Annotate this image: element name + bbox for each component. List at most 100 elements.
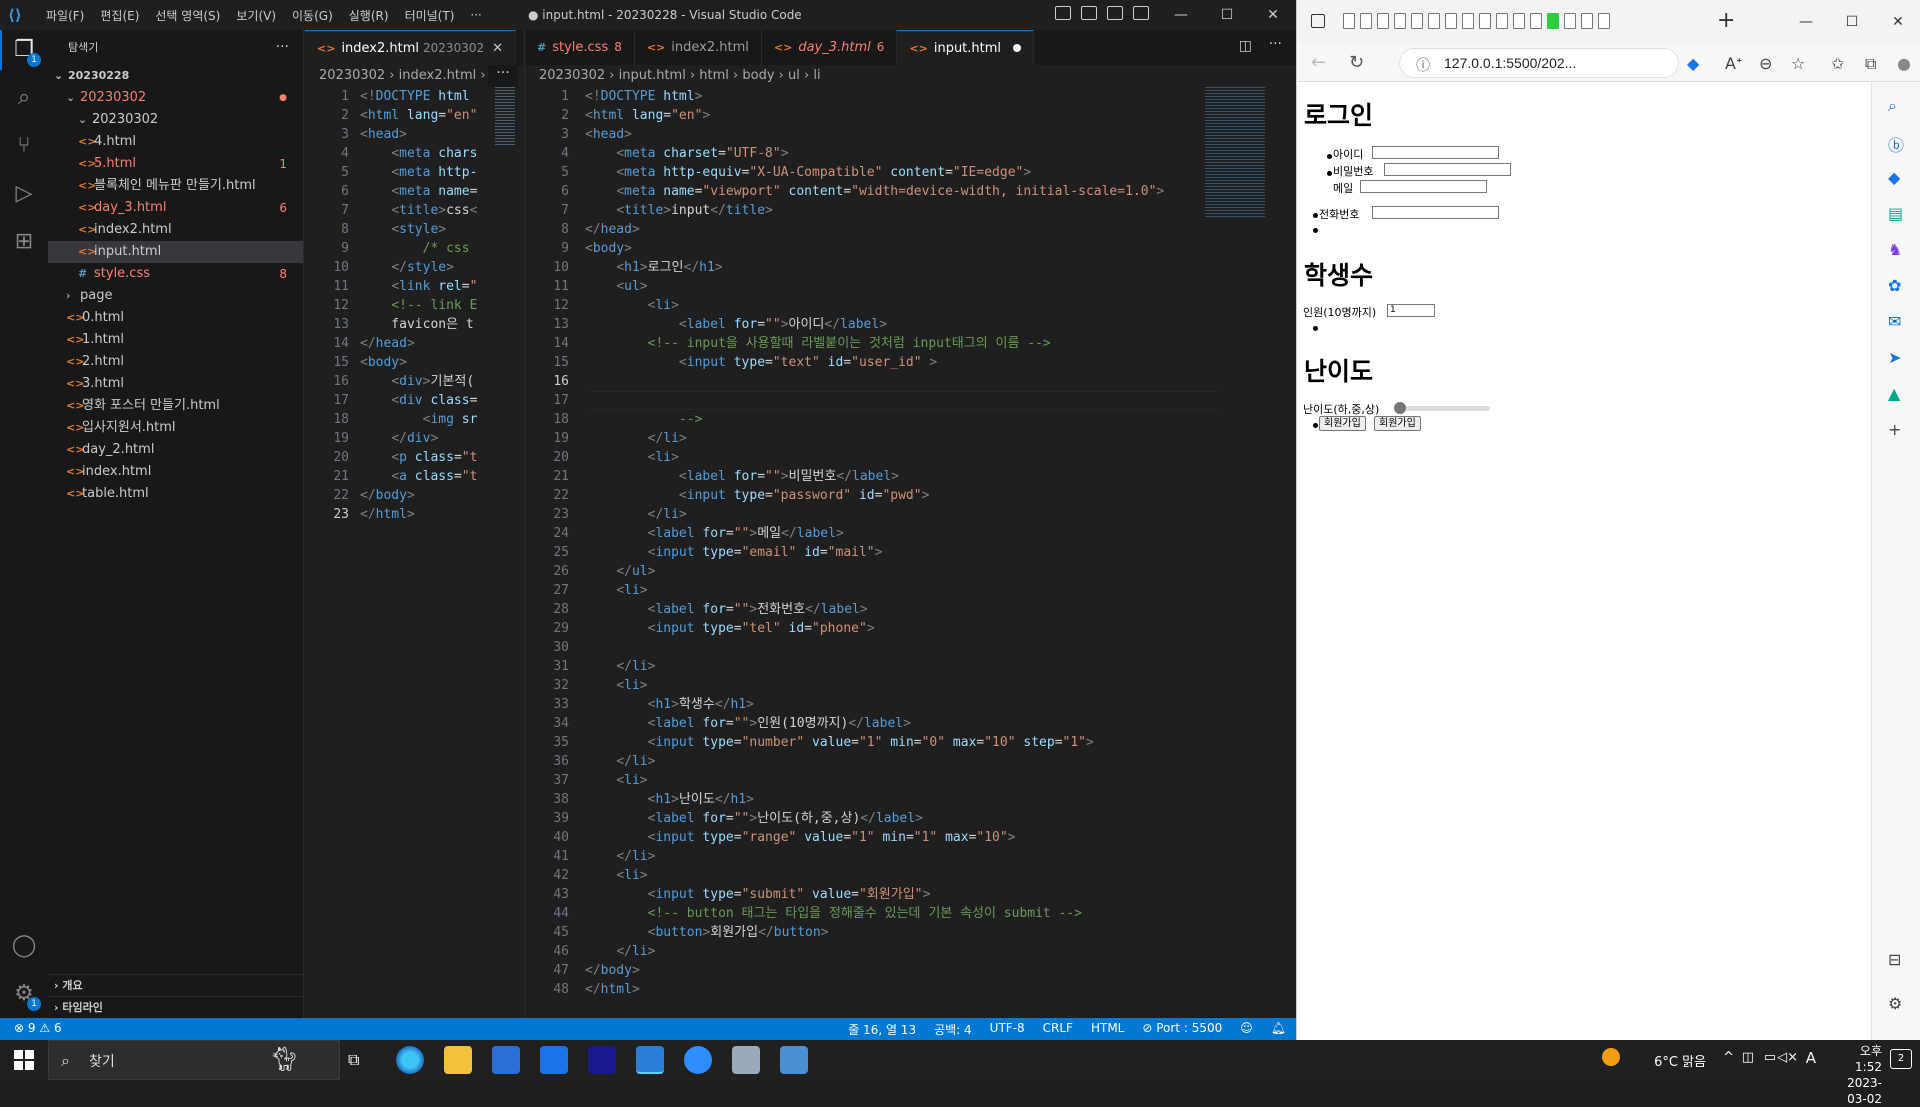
code-line[interactable]: <!-- link E	[360, 296, 477, 315]
refresh-icon[interactable]: ↻	[1349, 52, 1364, 73]
browser-tab-favicon[interactable]	[1547, 13, 1559, 29]
photos-icon[interactable]	[780, 1046, 808, 1074]
code-line[interactable]: <label for="">메일</label>	[585, 524, 844, 543]
code-line[interactable]: <!-- button 태그는 타입을 정해줄수 있는데 기본 속성이 subm…	[585, 904, 1082, 923]
browser-tab-favicon[interactable]	[1496, 13, 1508, 29]
code-line[interactable]: <label for="">전화번호</label>	[585, 600, 868, 619]
editor-tab[interactable]: <> day_3.html 6	[761, 30, 898, 65]
new-tab-button[interactable]: +	[1717, 8, 1735, 33]
code-line[interactable]: </head>	[360, 334, 415, 353]
email-input[interactable]	[1360, 180, 1487, 193]
task-view-icon[interactable]: ⧉	[348, 1050, 359, 1070]
search-icon[interactable]: ⌕	[10, 84, 38, 112]
menu-item[interactable]: 실행(R)	[341, 7, 397, 24]
menu-item[interactable]: 터미널(T)	[397, 7, 463, 24]
menu-item[interactable]: 이동(G)	[284, 7, 341, 24]
signup-button[interactable]: 회원가입	[1374, 416, 1421, 431]
browser-tab-favicon[interactable]	[1564, 13, 1576, 29]
run-debug-icon[interactable]: ▷	[10, 180, 38, 208]
tab-index2-html[interactable]: <> index2.html 20230302 ✕	[305, 30, 517, 65]
code-line[interactable]: <input type="tel" id="phone">	[585, 619, 875, 638]
file-explorer-icon[interactable]	[444, 1046, 472, 1074]
more-actions-icon[interactable]: ···	[276, 30, 289, 65]
toggle-secondary-sidebar-icon[interactable]	[1107, 6, 1123, 20]
browser-tab-favicon[interactable]	[1513, 13, 1525, 29]
code-line[interactable]: <h1>로그인</h1>	[585, 258, 722, 277]
editor-tab[interactable]: <> input.html	[897, 30, 1035, 65]
menu-item[interactable]: 선택 영역(S)	[147, 7, 228, 24]
tree-file[interactable]: <>1.html	[48, 329, 303, 351]
minimize-button[interactable]: —	[1783, 0, 1829, 44]
tree-file[interactable]: <>index2.html	[48, 219, 303, 241]
network-icon[interactable]: ▭	[1764, 1050, 1776, 1065]
browser-tab-favicon[interactable]	[1479, 13, 1491, 29]
browser-tab-favicon[interactable]	[1598, 13, 1610, 29]
tree-file[interactable]: <>index.html	[48, 461, 303, 483]
close-tab-icon[interactable]: ✕	[492, 41, 503, 56]
tree-file[interactable]: <>day_2.html	[48, 439, 303, 461]
sidebar-settings-gear-icon[interactable]: ⚙	[1888, 994, 1902, 1013]
minimap[interactable]	[1205, 87, 1265, 217]
menu-item[interactable]: 편집(E)	[92, 7, 147, 24]
indentation[interactable]: 공백: 4	[934, 1021, 972, 1038]
profile-avatar[interactable]: ●	[1897, 54, 1911, 73]
favorites-icon[interactable]: ✩	[1831, 54, 1844, 73]
code-line[interactable]: <html lang="en"	[360, 106, 477, 125]
code-line[interactable]: <input type="email" id="mail">	[585, 543, 883, 562]
tree-file[interactable]: <>table.html	[48, 483, 303, 505]
code-line[interactable]: <title>css<	[360, 201, 477, 220]
user-id-input[interactable]	[1372, 146, 1499, 159]
code-line[interactable]: <button>회원가입</button>	[585, 923, 829, 942]
notifications-bell-icon[interactable]: 🔔︎	[1271, 1021, 1286, 1038]
zoom-icon[interactable]	[684, 1046, 712, 1074]
clock[interactable]: 오후 1:52 2023-03-02	[1847, 1043, 1882, 1107]
search-icon[interactable]: ⌕	[1888, 96, 1897, 116]
read-aloud-icon[interactable]: Aᐩ	[1725, 54, 1742, 73]
code-line[interactable]: <title>input</title>	[585, 201, 773, 220]
code-line[interactable]: <input type="text" id="user_id" >	[585, 353, 937, 372]
code-line[interactable]: <img sr	[360, 410, 478, 429]
timeline-section[interactable]: › 타임라인	[48, 996, 304, 1018]
more-actions-icon[interactable]: ···	[488, 65, 518, 87]
shopping-icon[interactable]: ◆	[1888, 168, 1900, 187]
edge-taskbar-icon[interactable]	[396, 1046, 424, 1074]
code-line[interactable]: </li>	[585, 429, 687, 448]
tools-icon[interactable]: ▤	[1888, 204, 1903, 223]
volume-icon[interactable]: ◁×	[1777, 1050, 1798, 1065]
code-line[interactable]: <h1>난이도</h1>	[585, 790, 754, 809]
code-line[interactable]: </head>	[585, 220, 640, 239]
games-icon[interactable]: ♞	[1888, 240, 1902, 259]
weather-text[interactable]: 6°C 맑음	[1654, 1051, 1706, 1070]
collections-icon[interactable]: ⧉	[1865, 54, 1876, 74]
code-line[interactable]: </style>	[360, 258, 454, 277]
tree-file[interactable]: <>블록체인 메뉴판 만들기.html	[48, 175, 303, 197]
code-line[interactable]: <div class=	[360, 391, 477, 410]
toggle-panel-icon[interactable]	[1081, 6, 1097, 20]
code-line[interactable]: <meta name="viewport" content="width=dev…	[585, 182, 1164, 201]
code-line[interactable]: <li>	[585, 676, 647, 695]
code-line[interactable]: <a class="t	[360, 467, 477, 486]
source-control-icon[interactable]: ⑂	[10, 132, 38, 160]
account-icon[interactable]: ◯	[10, 932, 38, 960]
tree-file[interactable]: <>3.html	[48, 373, 303, 395]
code-line[interactable]: </body>	[585, 961, 640, 980]
code-line[interactable]: <link rel="	[360, 277, 477, 296]
code-line[interactable]: <input type="submit" value="회원가입">	[585, 885, 931, 904]
code-line[interactable]: </li>	[585, 942, 655, 961]
number-input[interactable]: 1	[1387, 304, 1435, 317]
tree-file[interactable]: <>4.html	[48, 131, 303, 153]
vscode-taskbar-icon[interactable]	[636, 1046, 664, 1074]
browser-tab-favicon[interactable]	[1343, 13, 1355, 29]
code-line[interactable]: <html lang="en">	[585, 106, 710, 125]
split-editor-icon[interactable]: ◫	[1239, 38, 1252, 54]
workspace-root[interactable]: ⌄ 20230228	[48, 65, 303, 87]
end-of-line[interactable]: CRLF	[1043, 1021, 1073, 1038]
site-info-icon[interactable]: ⓘ	[1416, 55, 1430, 75]
outline-section[interactable]: › 개요	[48, 974, 304, 996]
add-favorite-icon[interactable]: ☆	[1791, 54, 1805, 73]
code-line[interactable]: <label for="">비밀번호</label>	[585, 467, 899, 486]
maximize-button[interactable]: ☐	[1829, 0, 1875, 44]
code-line[interactable]: <label for="">난이도(하,중,상)</label>	[585, 809, 923, 828]
breadcrumb-item[interactable]: ul	[788, 68, 800, 83]
tree-file[interactable]: # style.css 8	[48, 263, 303, 285]
